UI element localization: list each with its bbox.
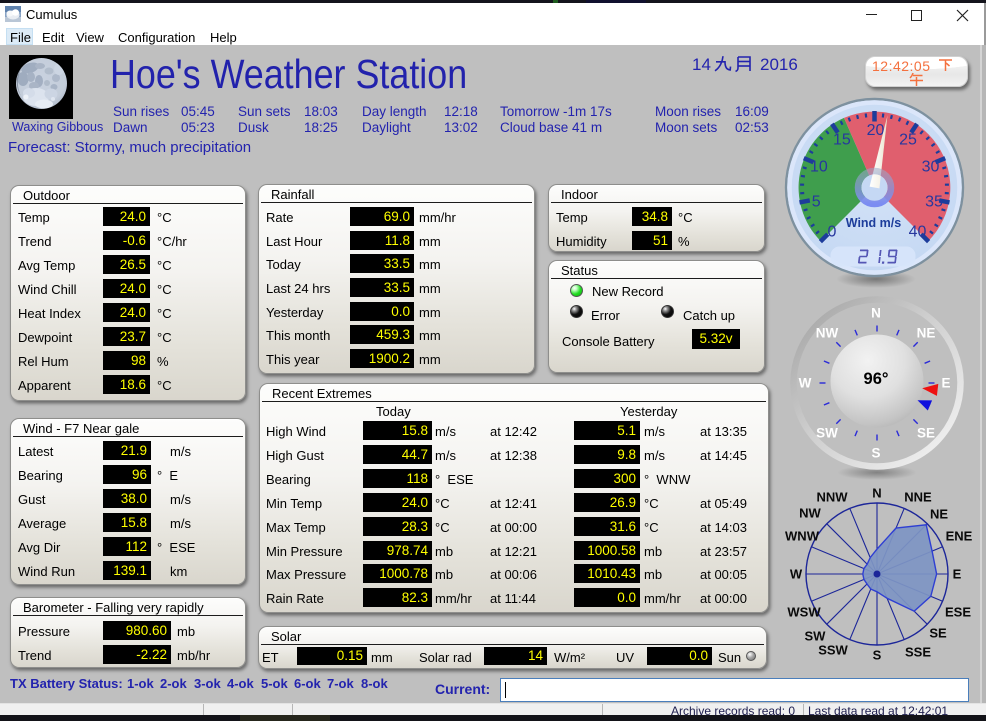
svg-text:NE: NE <box>917 326 936 341</box>
svg-text:30: 30 <box>921 158 939 175</box>
svg-text:NNW: NNW <box>816 490 848 505</box>
svg-text:N: N <box>872 486 881 501</box>
svg-text:0: 0 <box>827 224 836 241</box>
svg-text:NW: NW <box>816 326 839 341</box>
svg-text:5: 5 <box>811 193 820 210</box>
svg-text:E: E <box>953 567 962 582</box>
svg-text:E: E <box>941 376 950 391</box>
svg-text:25: 25 <box>899 131 917 148</box>
svg-text:SW: SW <box>816 426 838 441</box>
svg-text:ENE: ENE <box>946 529 973 544</box>
svg-text:SSE: SSE <box>905 645 931 660</box>
svg-text:ESE: ESE <box>945 605 971 620</box>
svg-text:WNW: WNW <box>785 529 820 544</box>
svg-text:SE: SE <box>917 426 935 441</box>
svg-text:10: 10 <box>810 158 828 175</box>
svg-text:20: 20 <box>866 122 884 139</box>
svg-text:SE: SE <box>929 626 947 641</box>
svg-text:SSW: SSW <box>818 643 848 658</box>
svg-text:15: 15 <box>833 131 851 148</box>
svg-text:NW: NW <box>799 506 821 521</box>
svg-text:S: S <box>871 446 880 461</box>
svg-text:S: S <box>873 648 882 663</box>
svg-text:W: W <box>799 376 812 391</box>
svg-text:W: W <box>790 567 803 582</box>
svg-text:SW: SW <box>805 629 827 644</box>
svg-text:40: 40 <box>908 224 926 241</box>
svg-text:NE: NE <box>930 507 948 522</box>
svg-text:Wind m/s: Wind m/s <box>845 216 900 230</box>
svg-text:35: 35 <box>925 193 943 210</box>
svg-text:NNE: NNE <box>904 490 932 505</box>
svg-text:WSW: WSW <box>787 605 821 620</box>
svg-text:96°: 96° <box>864 370 889 388</box>
svg-text:N: N <box>871 306 881 321</box>
